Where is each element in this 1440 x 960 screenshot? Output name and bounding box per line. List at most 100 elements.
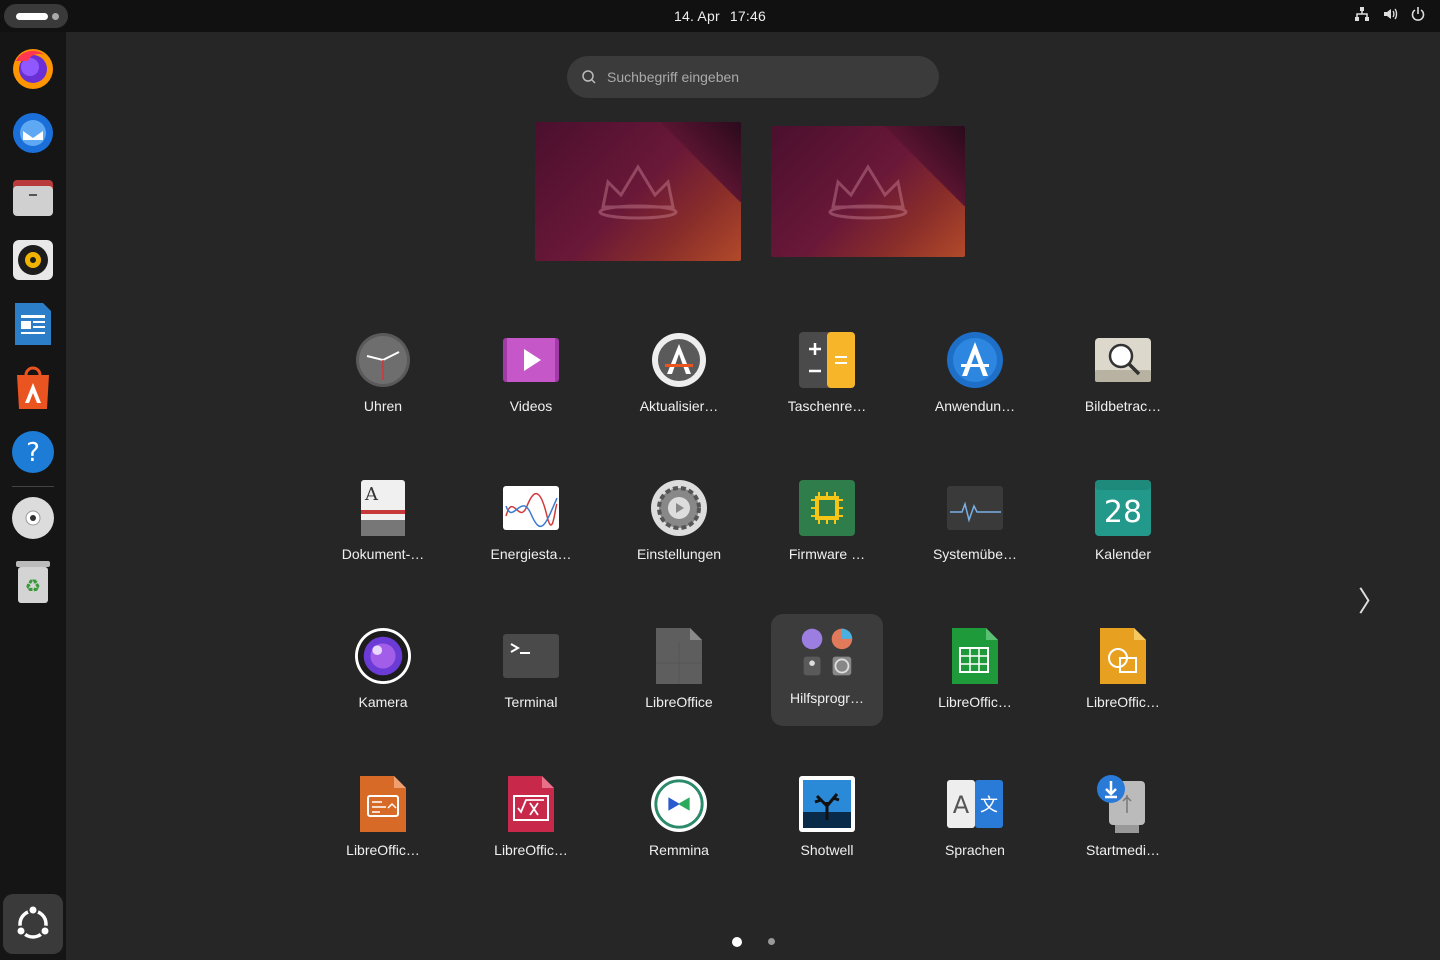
app-camera[interactable]: Kamera (327, 618, 439, 730)
app-label: LibreOffic… (346, 842, 420, 858)
app-label: Remmina (649, 842, 709, 858)
firmware-chip-icon (799, 480, 855, 536)
page-indicator (732, 937, 775, 947)
firefox-icon[interactable] (9, 44, 57, 92)
activities-button[interactable] (4, 4, 68, 28)
app-label: Einstellungen (636, 546, 722, 562)
app-label: Anwendun… (934, 398, 1016, 414)
svg-text:A: A (364, 484, 379, 505)
page-dot-2[interactable] (768, 938, 775, 945)
clock-date: 14. Apr (674, 8, 720, 24)
app-terminal[interactable]: Terminal (475, 618, 587, 730)
libreoffice-calc-icon (952, 628, 998, 684)
clock-icon (356, 333, 410, 387)
calculator-icon (799, 332, 855, 388)
system-tray[interactable] (1354, 6, 1426, 22)
files-icon[interactable] (9, 172, 57, 220)
app-libreoffice-calc[interactable]: LibreOffic… (919, 618, 1031, 730)
app-libreoffice-math[interactable]: LibreOffic… (475, 766, 587, 878)
libreoffice-writer-icon[interactable] (9, 300, 57, 348)
app-label: LibreOffice (645, 694, 713, 710)
utilities-folder-icon (801, 628, 853, 676)
app-clocks[interactable]: Uhren (327, 322, 439, 434)
app-label: Hilfsprogr… (790, 690, 864, 706)
app-power-statistics[interactable]: Energiesta… (475, 470, 587, 582)
app-center-icon (947, 332, 1003, 388)
camera-icon (355, 628, 411, 684)
app-label: Bildbetrac… (1084, 398, 1162, 414)
calendar-day: 28 (1104, 495, 1142, 530)
rhythmbox-icon[interactable] (9, 236, 57, 284)
app-label: Firmware … (788, 546, 866, 562)
video-player-icon (503, 338, 559, 382)
app-overview: Uhren Videos Aktualisier… Taschenre… Anw… (66, 32, 1440, 960)
language-icon: A文 (947, 780, 1003, 828)
thunderbird-icon[interactable] (9, 108, 57, 156)
app-system-monitor[interactable]: Systemübe… (919, 470, 1031, 582)
app-label: Videos (509, 398, 553, 414)
disc-icon[interactable] (9, 494, 57, 542)
workspace-indicator-active (16, 13, 48, 20)
top-bar: 14. Apr 17:46 (0, 0, 1440, 32)
app-label: Taschenre… (787, 398, 867, 414)
app-label: Aktualisier… (639, 398, 719, 414)
app-libreoffice-draw[interactable]: LibreOffic… (1067, 618, 1179, 730)
network-icon[interactable] (1354, 6, 1370, 22)
app-libreoffice-impress[interactable]: LibreOffic… (327, 766, 439, 878)
app-image-viewer[interactable]: Bildbetrac… (1067, 322, 1179, 434)
app-videos[interactable]: Videos (475, 322, 587, 434)
power-icon[interactable] (1410, 6, 1426, 22)
app-document-scanner[interactable]: A Dokument-… (327, 470, 439, 582)
app-label: Startmedi… (1086, 842, 1160, 858)
scanner-icon: A (361, 480, 405, 536)
system-monitor-icon (947, 486, 1003, 530)
app-calculator[interactable]: Taschenre… (771, 322, 883, 434)
workspace-thumbnail-2[interactable] (771, 126, 965, 257)
app-shotwell[interactable]: Shotwell (771, 766, 883, 878)
app-label: Kalender (1094, 546, 1152, 562)
libreoffice-icon (656, 628, 702, 684)
app-label: Shotwell (800, 842, 854, 858)
search-input[interactable] (607, 69, 907, 85)
app-center-icon[interactable] (9, 364, 57, 412)
next-page-chevron-icon[interactable]: 〉 (1358, 580, 1386, 620)
search-bar[interactable] (567, 56, 939, 98)
app-label: Kamera (358, 694, 408, 710)
workspace-indicator (52, 13, 59, 20)
clock[interactable]: 14. Apr 17:46 (671, 8, 769, 24)
page-dot-1[interactable] (732, 937, 742, 947)
crown-logo-icon (598, 163, 678, 219)
terminal-icon (503, 634, 559, 678)
app-startup-disk-creator[interactable]: Startmedi… (1067, 766, 1179, 878)
app-label: Dokument-… (341, 546, 425, 562)
show-apps-icon[interactable] (3, 894, 63, 954)
app-settings[interactable]: Einstellungen (623, 470, 735, 582)
svg-text:?: ? (26, 438, 40, 468)
app-libreoffice[interactable]: LibreOffice (623, 618, 735, 730)
app-label: Uhren (363, 398, 403, 414)
clock-time: 17:46 (729, 8, 766, 24)
dock-separator (12, 486, 54, 487)
app-label: LibreOffic… (494, 842, 568, 858)
app-firmware-updater[interactable]: Firmware … (771, 470, 883, 582)
app-label: Sprachen (945, 842, 1005, 858)
update-icon (652, 333, 706, 387)
volume-icon[interactable] (1382, 6, 1398, 22)
power-statistics-icon (503, 486, 559, 530)
shotwell-icon (799, 776, 855, 832)
help-icon[interactable]: ? (9, 428, 57, 476)
app-app-center[interactable]: Anwendun… (919, 322, 1031, 434)
app-folder-utilities[interactable]: Hilfsprogr… (771, 614, 883, 726)
app-software-updater[interactable]: Aktualisier… (623, 322, 735, 434)
crown-logo-icon (828, 163, 908, 219)
calendar-icon: 28 (1095, 480, 1151, 536)
app-label: LibreOffic… (1086, 694, 1160, 710)
svg-text:文: 文 (980, 795, 998, 816)
libreoffice-impress-icon (360, 776, 406, 832)
app-remmina[interactable]: Remmina (623, 766, 735, 878)
app-language-support[interactable]: A文 Sprachen (919, 766, 1031, 878)
search-icon (582, 70, 596, 84)
app-calendar[interactable]: 28 Kalender (1067, 470, 1179, 582)
trash-icon[interactable]: ♻ (9, 558, 57, 606)
workspace-thumbnail-1[interactable] (535, 122, 741, 261)
